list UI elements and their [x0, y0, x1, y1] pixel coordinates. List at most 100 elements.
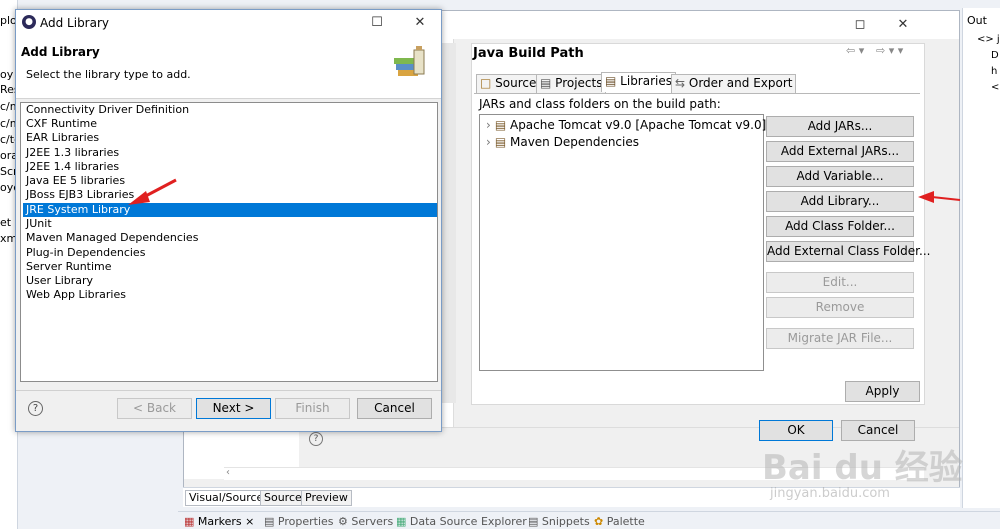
explorer-fragment[interactable]: oy	[0, 68, 13, 81]
list-item-selected[interactable]: JRE System Library	[23, 203, 437, 217]
list-item[interactable]: Web App Libraries	[23, 288, 437, 302]
properties-label: Properties	[277, 515, 334, 528]
dialog-separator	[16, 390, 441, 391]
tabs-divider	[474, 93, 920, 94]
libraries-tab-icon: ▤	[605, 74, 617, 88]
dialog-titlebar: ● Add Library ☐ ✕	[16, 10, 441, 36]
add-jars-button[interactable]: Add JARs...	[766, 116, 914, 137]
library-icon: ▤	[494, 118, 507, 132]
palette-view-tab[interactable]: ✿ Palette	[594, 515, 645, 528]
list-item[interactable]: JBoss EJB3 Libraries	[23, 188, 437, 202]
tree-item-label: Apache Tomcat v9.0 [Apache Tomcat v9.0]	[509, 118, 767, 132]
edit-button[interactable]: Edit...	[766, 272, 914, 293]
add-external-jars-button[interactable]: Add External JARs...	[766, 141, 914, 162]
tab-visual-source[interactable]: Visual/Source	[185, 490, 268, 506]
add-library-dialog: ● Add Library ☐ ✕ Add Library Select the…	[15, 9, 442, 432]
close-icon[interactable]: ×	[245, 515, 254, 528]
servers-icon: ⚙	[338, 515, 348, 528]
views-bar: ▦ Markers × ▤ Properties ⚙ Servers ▦ Dat…	[178, 511, 1000, 529]
outline-item[interactable]: <	[991, 82, 999, 93]
back-icon[interactable]: ⇦ ▾	[846, 44, 864, 57]
build-path-label: JARs and class folders on the build path…	[479, 97, 721, 111]
properties-view-tab[interactable]: ▤ Properties	[264, 515, 334, 528]
forward-icon[interactable]: ⇨ ▾ ▾	[876, 44, 903, 57]
dialog-cancel-button[interactable]: Cancel	[357, 398, 432, 419]
servers-view-tab[interactable]: ⚙ Servers	[338, 515, 393, 528]
tree-item-maven[interactable]: › ▤ Maven Dependencies	[486, 135, 639, 149]
eclipse-icon: ●	[22, 15, 36, 29]
add-class-folder-button[interactable]: Add Class Folder...	[766, 216, 914, 237]
add-library-button[interactable]: Add Library...	[766, 191, 914, 212]
next-button[interactable]: Next >	[196, 398, 271, 419]
help-icon[interactable]: ?	[309, 432, 323, 446]
explorer-fragment[interactable]: et	[0, 216, 11, 229]
markers-view-tab[interactable]: ▦ Markers ×	[184, 515, 254, 528]
close-icon[interactable]: ✕	[892, 14, 914, 36]
library-wizard-icon	[394, 46, 425, 76]
tab-order-export[interactable]: ⇆ Order and Export	[671, 74, 797, 93]
list-item[interactable]: Java EE 5 libraries	[23, 174, 437, 188]
projects-tab-icon: ▤	[540, 76, 552, 90]
list-item[interactable]: CXF Runtime	[23, 117, 437, 131]
snippets-view-tab[interactable]: ▤ Snippets	[528, 515, 590, 528]
migrate-jar-button[interactable]: Migrate JAR File...	[766, 328, 914, 349]
snippets-label: Snippets	[541, 515, 590, 528]
back-button[interactable]: < Back	[117, 398, 192, 419]
tab-source-label: Source	[495, 76, 537, 90]
tab-libraries-label: Libraries	[620, 74, 672, 88]
help-icon[interactable]: ?	[28, 401, 43, 416]
remove-button[interactable]: Remove	[766, 297, 914, 318]
page-title: Java Build Path	[473, 46, 584, 61]
finish-button[interactable]: Finish	[275, 398, 350, 419]
list-item[interactable]: Server Runtime	[23, 260, 437, 274]
outline-item[interactable]: h	[991, 66, 997, 77]
library-icon: ▤	[494, 135, 507, 149]
source-tab-icon: □	[480, 76, 492, 90]
list-item[interactable]: User Library	[23, 274, 437, 288]
list-item[interactable]: Plug-in Dependencies	[23, 246, 437, 260]
expand-icon[interactable]: ›	[486, 118, 491, 132]
list-item[interactable]: JUnit	[23, 217, 437, 231]
list-item[interactable]: Connectivity Driver Definition	[23, 103, 437, 117]
apply-button[interactable]: Apply	[845, 381, 920, 402]
snippets-icon: ▤	[528, 515, 539, 528]
scroll-left-icon[interactable]: ‹	[226, 467, 230, 478]
outline-item[interactable]: D	[991, 50, 999, 61]
data-source-view-tab[interactable]: ▦ Data Source Explorer	[396, 515, 527, 528]
properties-scrollbar[interactable]	[442, 43, 456, 403]
dialog-heading: Add Library	[21, 45, 100, 59]
tab-libraries[interactable]: ▤ Libraries	[601, 72, 676, 92]
markers-icon: ▦	[184, 515, 195, 528]
expand-icon[interactable]: ›	[486, 135, 491, 149]
tree-item-tomcat[interactable]: › ▤ Apache Tomcat v9.0 [Apache Tomcat v9.…	[486, 118, 766, 132]
dialog-title: Add Library	[40, 16, 110, 30]
tab-projects[interactable]: ▤ Projects	[536, 74, 607, 93]
list-item[interactable]: J2EE 1.3 libraries	[23, 146, 437, 160]
ok-button[interactable]: OK	[759, 420, 833, 441]
tab-source[interactable]: □ Source	[476, 74, 541, 93]
close-icon[interactable]: ✕	[409, 12, 431, 34]
list-item[interactable]: EAR Libraries	[23, 131, 437, 145]
palette-label: Palette	[606, 515, 645, 528]
outline-item[interactable]: <> js	[977, 34, 1000, 45]
add-external-class-folder-button[interactable]: Add External Class Folder...	[766, 241, 930, 262]
list-item[interactable]: J2EE 1.4 libraries	[23, 160, 437, 174]
markers-label: Markers	[197, 515, 242, 528]
maximize-icon[interactable]: ☐	[366, 12, 388, 34]
outline-tab[interactable]: Out	[967, 14, 987, 27]
servers-label: Servers	[351, 515, 394, 528]
minimize-icon[interactable]: ◻	[849, 14, 871, 36]
order-tab-icon: ⇆	[675, 76, 686, 90]
tab-projects-label: Projects	[555, 76, 603, 90]
tab-order-label: Order and Export	[688, 76, 793, 90]
add-variable-button[interactable]: Add Variable...	[766, 166, 914, 187]
tab-preview[interactable]: Preview	[301, 490, 352, 506]
cancel-button[interactable]: Cancel	[841, 420, 915, 441]
library-type-list[interactable]: Connectivity Driver Definition CXF Runti…	[20, 102, 438, 382]
baidu-watermark-url: jingyan.baidu.com	[770, 486, 890, 501]
list-item[interactable]: Maven Managed Dependencies	[23, 231, 437, 245]
properties-icon: ▤	[264, 515, 275, 528]
data-source-label: Data Source Explorer	[409, 515, 527, 528]
tab-source-editor[interactable]: Source	[260, 490, 306, 506]
build-path-tree[interactable]: › ▤ Apache Tomcat v9.0 [Apache Tomcat v9.…	[479, 114, 766, 371]
